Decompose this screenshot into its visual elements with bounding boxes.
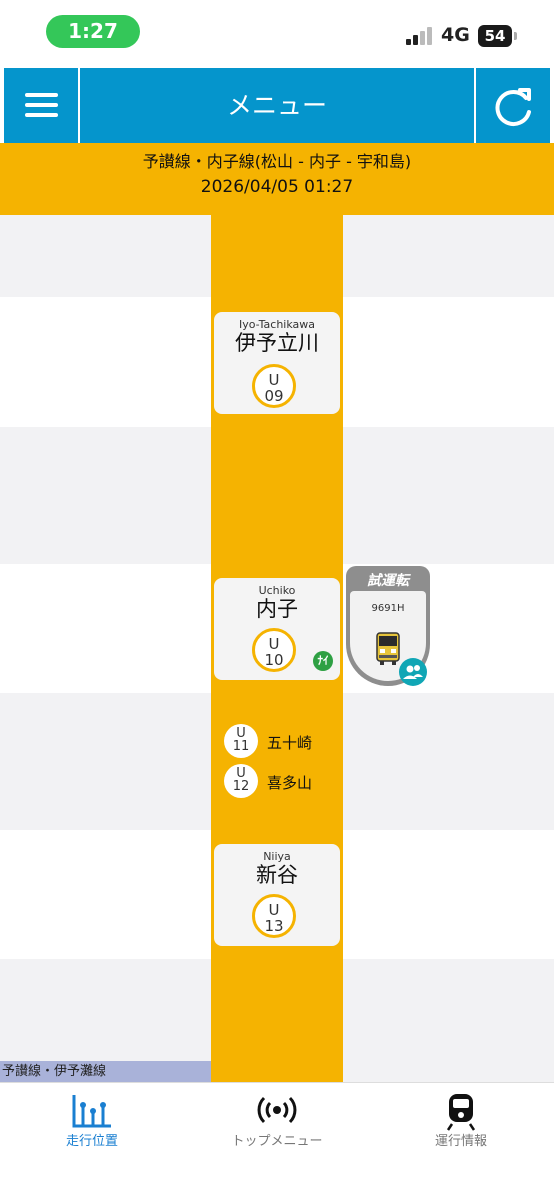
minor-stop-name: 五十崎 [267,734,313,752]
tab-label: トップメニュー [231,1134,323,1149]
station-number: 11 [232,739,250,754]
page-title: メニュー [226,91,327,120]
station-code: U 13 [252,894,296,938]
station-code: U 09 [252,364,296,408]
minor-stop-code: U 11 [224,724,258,758]
hamburger-menu-icon[interactable] [4,68,80,143]
station-name-jp: 伊予立川 [235,331,319,355]
tab-service-info[interactable]: 運行情報 [391,1083,531,1163]
position-chart-icon [72,1095,111,1128]
transfer-icon: ﾅｲ [313,651,333,671]
station-number: 10 [264,651,284,669]
minor-stop-code: U 12 [224,764,258,798]
route-name: 予讃線・内子線(松山 - 内子 - 宇和島) [142,152,412,171]
line-label: 予讃線・伊予灘線 [0,1061,211,1082]
train-icon [446,1094,476,1131]
station-name-en: Uchiko [258,584,296,597]
tab-label: 走行位置 [65,1134,118,1149]
station-number: 13 [264,917,284,935]
people-icon [399,658,427,686]
app-header: メニュー [4,68,550,143]
station-card[interactable]: Iyo-Tachikawa 伊予立川 U 09 [214,312,340,414]
station-name-en: Niiya [263,850,291,863]
minor-stop-name: 喜多山 [267,774,313,792]
battery-icon: 54 [478,25,512,47]
status-bar: 1:27 4G 54 [0,0,554,66]
route-banner: 予讃線・内子線(松山 - 内子 - 宇和島) 2026/04/05 01:27 [0,143,554,215]
tab-top-menu[interactable]: トップメニュー [207,1083,347,1163]
station-name-jp: 新谷 [256,863,298,887]
train-front-icon [376,632,400,665]
reload-icon[interactable] [474,68,550,143]
bottom-tab-bar: 走行位置 トップメニュー 運行情報 [0,1082,554,1201]
station-name-en: Iyo-Tachikawa [238,318,316,331]
battery-tip [514,32,517,40]
tab-label: 運行情報 [434,1134,487,1149]
station-card[interactable]: Niiya 新谷 U 13 [214,844,340,946]
network-type: 4G [441,24,470,46]
station-line-letter: U [268,635,280,653]
battery-level: 54 [484,27,506,45]
station-name-jp: 内子 [256,597,298,621]
train-number: 9691H [371,603,405,614]
signal-icon [406,27,432,45]
broadcast-icon [257,1096,297,1124]
station-code: U 10 [252,628,296,672]
station-line-letter: U [268,371,280,389]
tab-position[interactable]: 走行位置 [22,1083,162,1163]
station-number: 09 [264,387,284,405]
route-datetime: 2026/04/05 01:27 [200,177,354,197]
train-service-label: 試運転 [367,573,409,589]
status-time: 1:27 [46,15,140,48]
station-number: 12 [232,779,250,794]
station-line-letter: U [268,901,280,919]
